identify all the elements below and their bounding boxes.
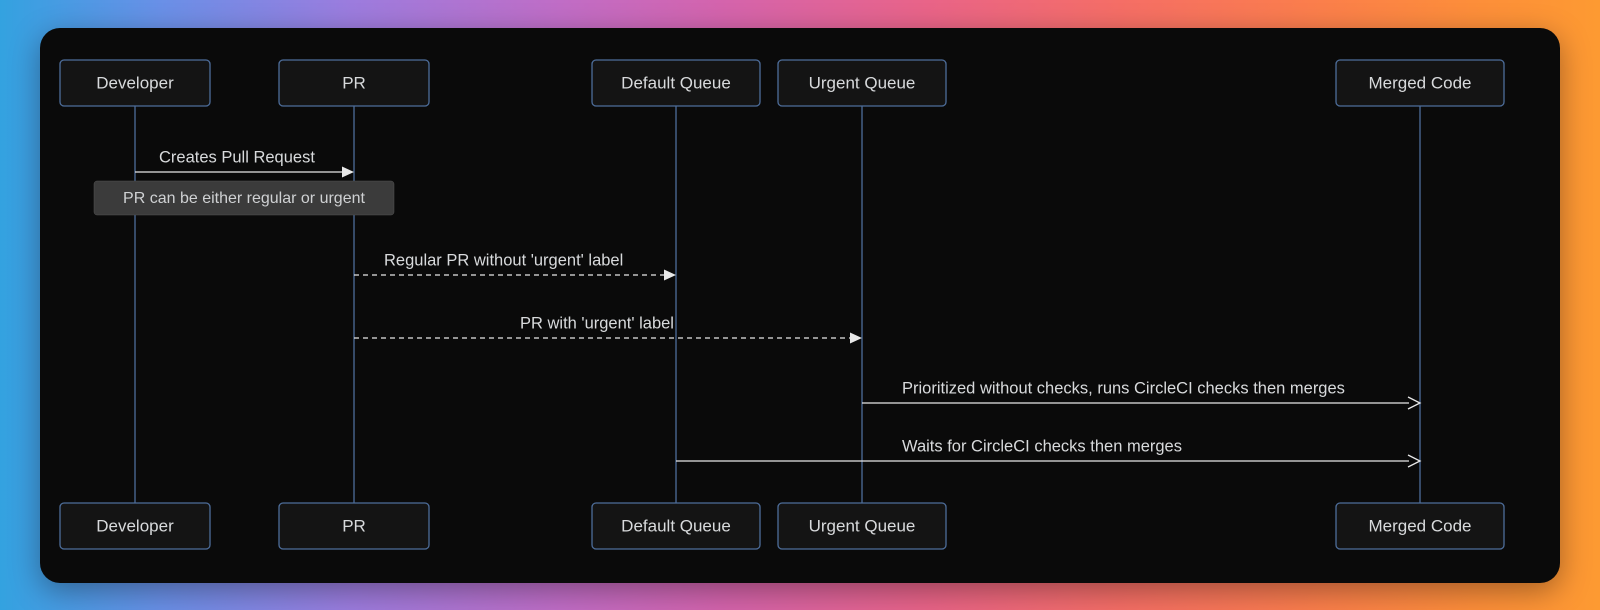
gradient-background: Developer PR Default Queue Urgent Queue … <box>0 0 1600 610</box>
actor-top-developer: Developer <box>60 60 210 106</box>
diagram-panel: Developer PR Default Queue Urgent Queue … <box>40 28 1560 583</box>
actor-label: Default Queue <box>621 73 731 92</box>
msg-urgent-pr: PR with 'urgent' label <box>354 314 862 343</box>
actor-top-urgent-queue: Urgent Queue <box>778 60 946 106</box>
actor-bottom-pr: PR <box>279 503 429 549</box>
actor-label: Urgent Queue <box>809 516 916 535</box>
actor-bottom-developer: Developer <box>60 503 210 549</box>
actor-bottom-default-queue: Default Queue <box>592 503 760 549</box>
actor-label: Default Queue <box>621 516 731 535</box>
actor-top-default-queue: Default Queue <box>592 60 760 106</box>
note-label: PR can be either regular or urgent <box>123 190 365 207</box>
actor-label: Developer <box>96 73 174 92</box>
actor-bottom-merged-code: Merged Code <box>1336 503 1504 549</box>
actor-label: Merged Code <box>1368 516 1471 535</box>
note-pr-type: PR can be either regular or urgent <box>94 181 394 215</box>
actor-bottom-urgent-queue: Urgent Queue <box>778 503 946 549</box>
actor-top-merged-code: Merged Code <box>1336 60 1504 106</box>
msg-label: Waits for CircleCI checks then merges <box>902 437 1182 455</box>
sequence-diagram: Developer PR Default Queue Urgent Queue … <box>40 28 1560 583</box>
actor-label: PR <box>342 73 366 92</box>
msg-label: Creates Pull Request <box>159 148 315 166</box>
actor-label: PR <box>342 516 366 535</box>
msg-regular-pr: Regular PR without 'urgent' label <box>354 251 676 280</box>
msg-waits: Waits for CircleCI checks then merges <box>676 437 1420 467</box>
msg-label: Prioritized without checks, runs CircleC… <box>902 379 1345 397</box>
msg-label: PR with 'urgent' label <box>520 314 674 332</box>
actor-label: Merged Code <box>1368 73 1471 92</box>
actor-top-pr: PR <box>279 60 429 106</box>
msg-create-pr: Creates Pull Request <box>135 148 354 177</box>
msg-prioritized: Prioritized without checks, runs CircleC… <box>862 379 1420 409</box>
actor-label: Developer <box>96 516 174 535</box>
msg-label: Regular PR without 'urgent' label <box>384 251 623 269</box>
actor-label: Urgent Queue <box>809 73 916 92</box>
